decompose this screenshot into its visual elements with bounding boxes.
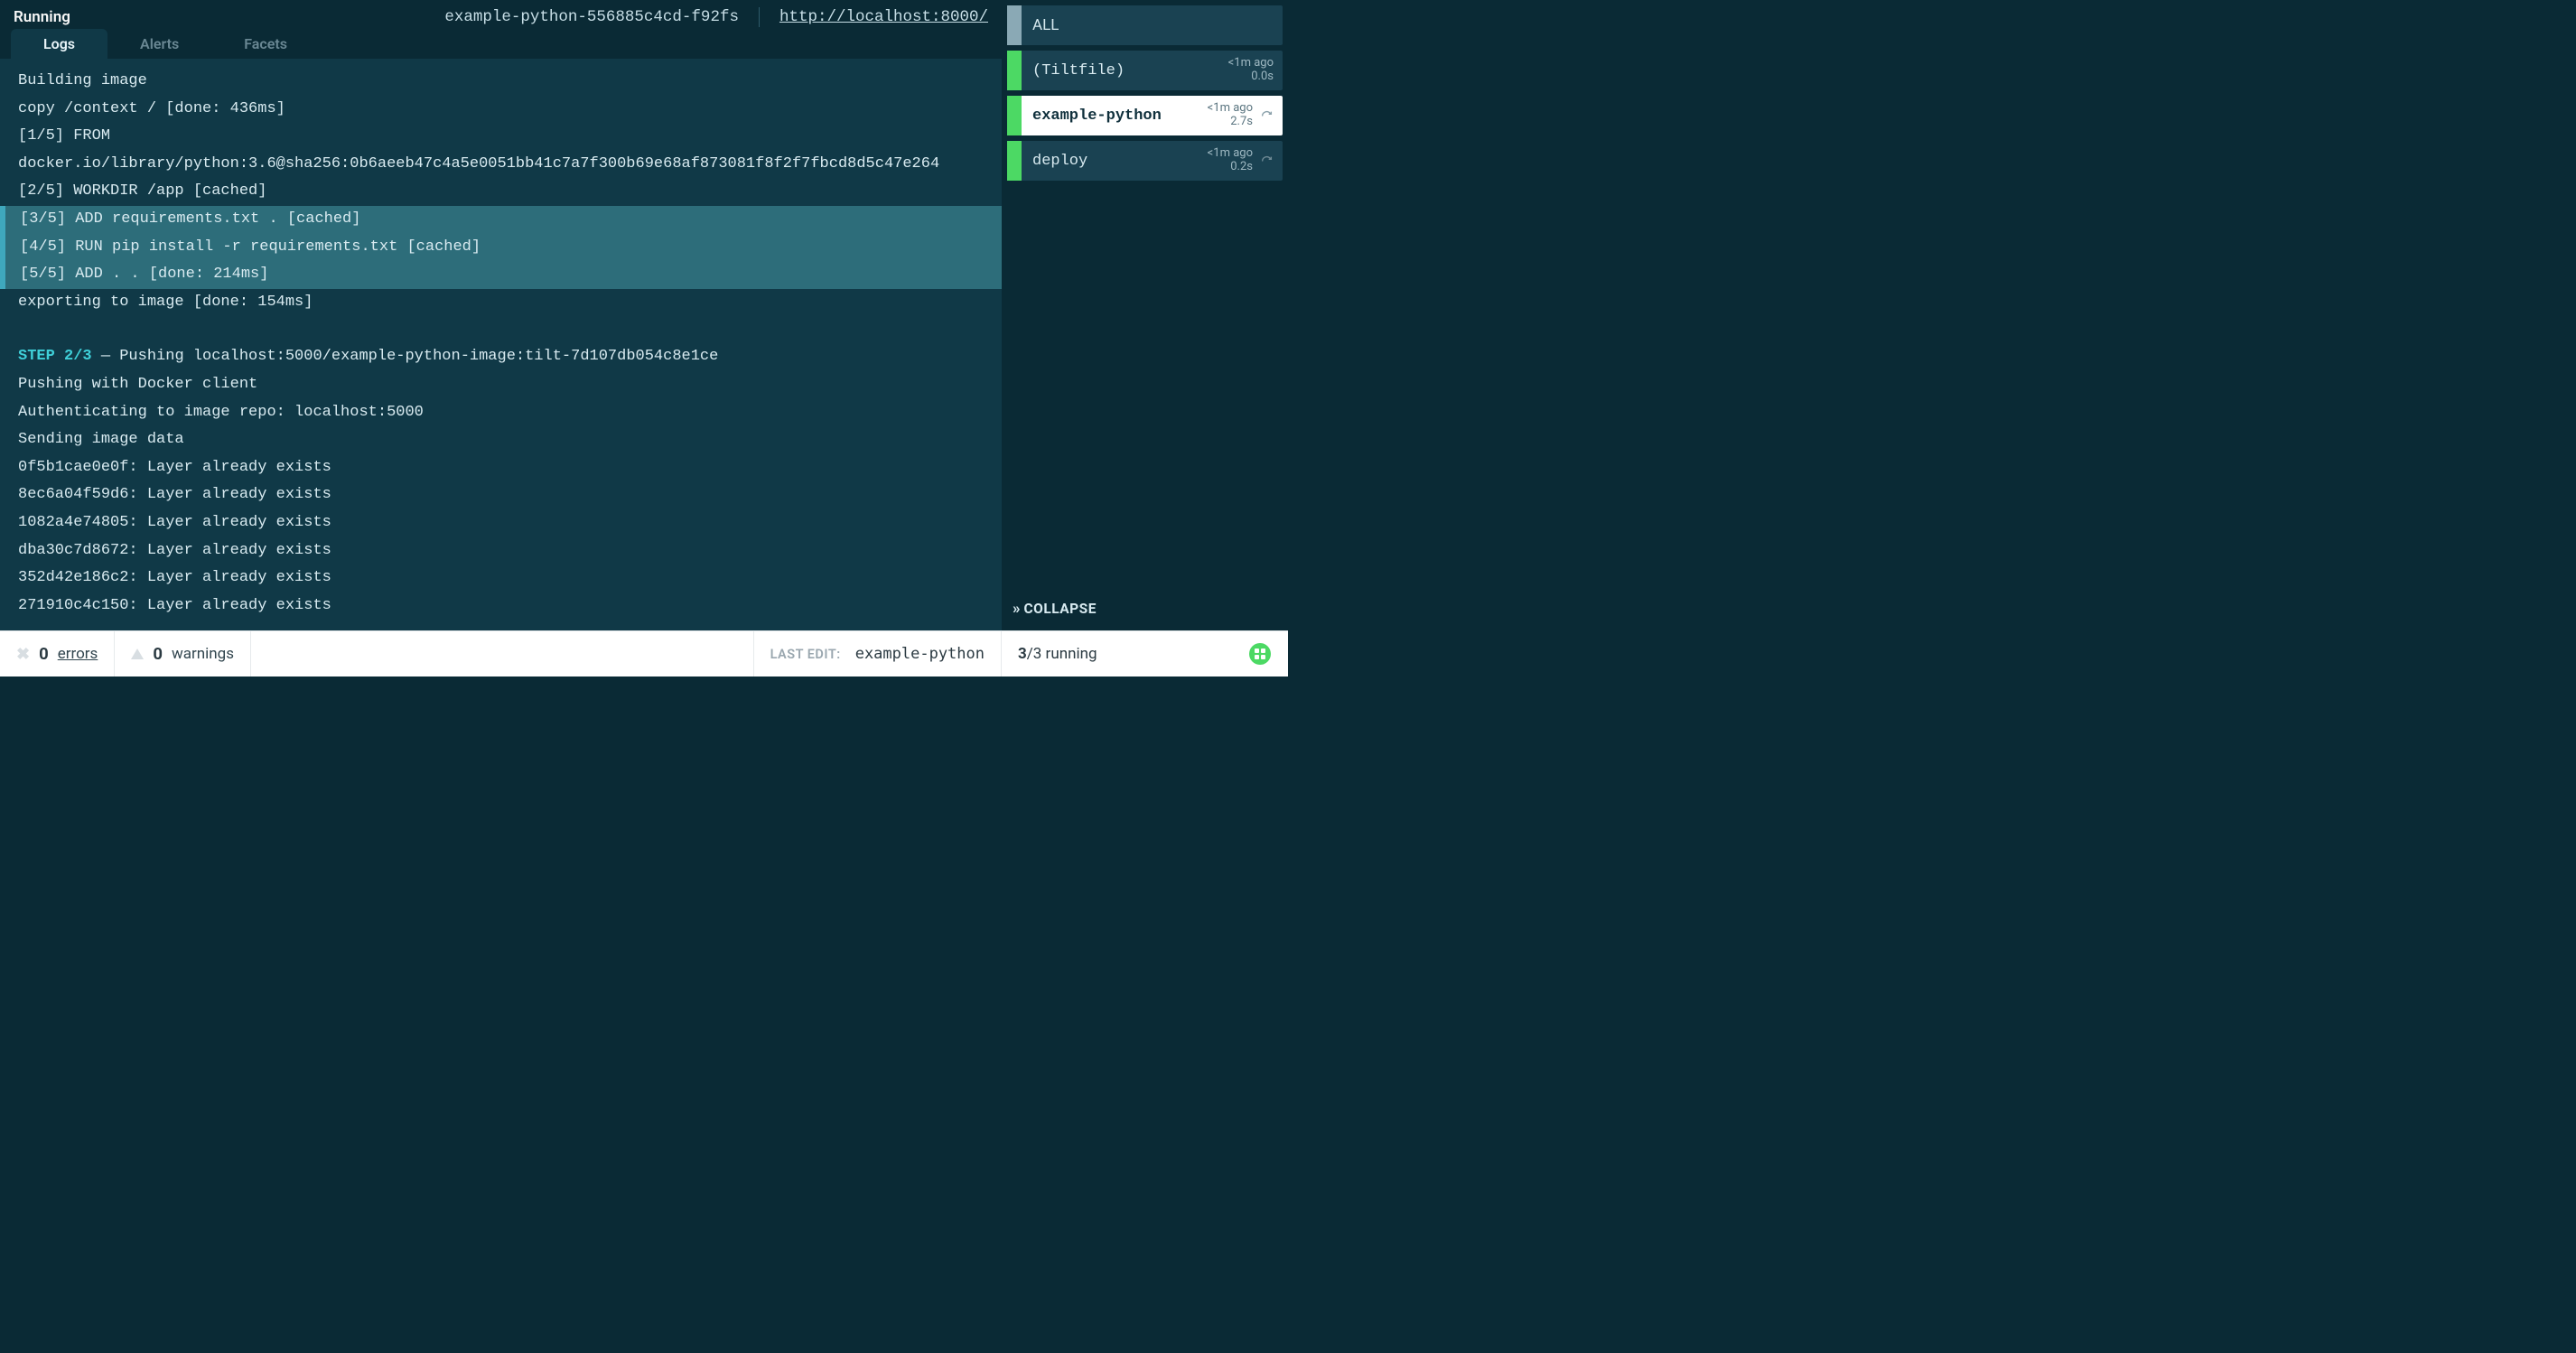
collapse-label: COLLAPSE	[1024, 601, 1097, 617]
refresh-icon[interactable]	[1260, 154, 1274, 168]
sidebar-item-duration: 0.0s	[1251, 70, 1274, 84]
log-line: Sending image data	[0, 426, 1002, 454]
running-status: 3/3 running	[1018, 645, 1097, 663]
tilt-logo-icon[interactable]	[1248, 642, 1272, 666]
log-line: [2/5] WORKDIR /app [cached]	[0, 178, 1002, 206]
endpoint-link[interactable]: http://localhost:8000/	[779, 8, 988, 26]
errors-label: errors	[58, 645, 98, 663]
warnings-label: warnings	[172, 645, 234, 663]
status-stripe	[1007, 51, 1022, 90]
status-stripe	[1007, 141, 1022, 181]
errors-count: 0	[39, 644, 49, 664]
header-divider	[759, 7, 760, 27]
sidebar-item-example-python[interactable]: example-python <1m ago 2.7s	[1007, 96, 1283, 135]
log-line: 352d42e186c2: Layer already exists	[0, 565, 1002, 593]
running-cell: 3/3 running	[1002, 631, 1288, 676]
sidebar-item-all[interactable]: ALL	[1007, 5, 1283, 45]
log-line: 0f5b1cae0e0f: Layer already exists	[0, 454, 1002, 482]
log-panel: Running example-python-556885c4cd-f92fs …	[0, 0, 1002, 630]
log-body[interactable]: Building image copy /context / [done: 43…	[0, 59, 1002, 630]
refresh-icon[interactable]	[1260, 109, 1274, 123]
sidebar-item-ago: <1m ago	[1228, 57, 1274, 70]
warning-icon	[131, 649, 144, 659]
sidebar-item-ago: <1m ago	[1208, 147, 1253, 161]
sidebar-item-label: ALL	[1032, 16, 1274, 34]
pod-name: example-python-556885c4cd-f92fs	[444, 8, 739, 26]
status-bar: ✖ 0 errors 0 warnings LAST EDIT: example…	[0, 630, 1288, 676]
log-line: Authenticating to image repo: localhost:…	[0, 399, 1002, 427]
errors-cell[interactable]: ✖ 0 errors	[0, 631, 115, 676]
status-stripe	[1007, 5, 1022, 45]
log-line: [1/5] FROM	[0, 123, 1002, 151]
sidebar-item-ago: <1m ago	[1208, 102, 1253, 116]
log-line-highlight: [5/5] ADD . . [done: 214ms]	[0, 261, 1002, 289]
log-line: 1082a4e74805: Layer already exists	[0, 509, 1002, 537]
warnings-cell[interactable]: 0 warnings	[115, 631, 251, 676]
log-line: 271910c4c150: Layer already exists	[0, 593, 1002, 621]
log-line: exporting to image [done: 154ms]	[0, 289, 1002, 317]
status-stripe	[1007, 96, 1022, 135]
sidebar-item-tiltfile[interactable]: (Tiltfile) <1m ago 0.0s	[1007, 51, 1283, 90]
status-label: Running	[14, 8, 70, 26]
warnings-count: 0	[153, 644, 163, 664]
log-step-line: STEP 2/3 — Pushing localhost:5000/exampl…	[0, 343, 1002, 371]
sidebar-item-deploy[interactable]: deploy <1m ago 0.2s	[1007, 141, 1283, 181]
chevron-right-icon: »	[1013, 600, 1017, 618]
collapse-button[interactable]: » COLLAPSE	[1007, 593, 1283, 625]
log-line: Pushing with Docker client	[0, 371, 1002, 399]
tab-facets[interactable]: Facets	[211, 29, 320, 59]
sidebar-item-label: deploy	[1032, 153, 1200, 170]
sidebar: ALL (Tiltfile) <1m ago 0.0s example-pyth…	[1002, 0, 1288, 630]
log-line: Building image	[0, 68, 1002, 96]
last-edit-value: example-python	[855, 645, 985, 663]
log-line: dba30c7d8672: Layer already exists	[0, 537, 1002, 565]
error-icon: ✖	[16, 645, 30, 664]
tabs: Logs Alerts Facets	[0, 29, 1002, 59]
log-header: Running example-python-556885c4cd-f92fs …	[0, 0, 1002, 29]
sidebar-item-duration: 2.7s	[1230, 116, 1253, 129]
log-line-highlight: [4/5] RUN pip install -r requirements.tx…	[0, 234, 1002, 262]
log-line: docker.io/library/python:3.6@sha256:0b6a…	[0, 151, 1002, 179]
log-line: copy /context / [done: 436ms]	[0, 96, 1002, 124]
log-line-highlight: [3/5] ADD requirements.txt . [cached]	[0, 206, 1002, 234]
sidebar-item-duration: 0.2s	[1230, 161, 1253, 174]
tab-alerts[interactable]: Alerts	[107, 29, 211, 59]
status-spacer	[251, 631, 754, 676]
last-edit-cell: LAST EDIT: example-python	[754, 631, 1002, 676]
last-edit-label: LAST EDIT:	[770, 647, 841, 662]
sidebar-item-label: example-python	[1032, 107, 1200, 125]
tab-logs[interactable]: Logs	[11, 29, 107, 59]
sidebar-item-label: (Tiltfile)	[1032, 62, 1221, 79]
log-line: 8ec6a04f59d6: Layer already exists	[0, 481, 1002, 509]
